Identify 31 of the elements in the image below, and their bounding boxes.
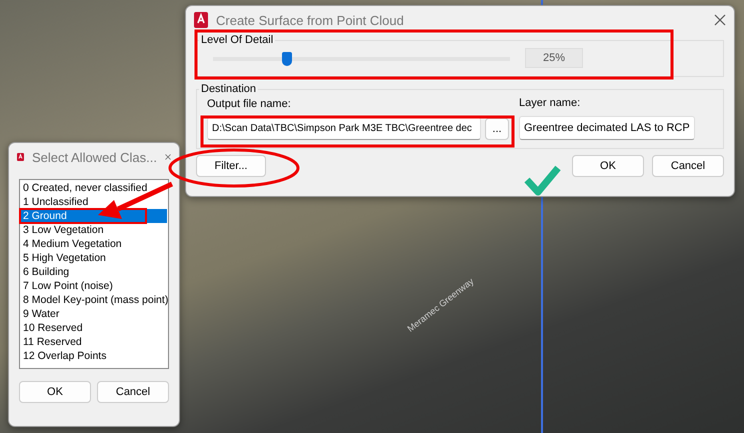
list-item[interactable]: 5 High Vegetation [21, 251, 167, 265]
slider-thumb[interactable] [282, 52, 292, 66]
cancel-button[interactable]: Cancel [97, 381, 169, 403]
window-title: Create Surface from Point Cloud [216, 12, 405, 28]
ok-button[interactable]: OK [19, 381, 91, 403]
layer-name-field[interactable]: Greentree decimated LAS to RCP [519, 116, 695, 140]
list-item[interactable]: 7 Low Point (noise) [21, 279, 167, 293]
list-item[interactable]: 12 Overlap Points [21, 349, 167, 363]
ok-button[interactable]: OK [572, 155, 644, 177]
field-label: Output file name: [207, 98, 291, 110]
list-item[interactable]: 8 Model Key-point (mass point) [21, 293, 167, 307]
output-file-field[interactable]: D:\Scan Data\TBC\Simpson Park M3E TBC\Greentree dec [207, 117, 481, 140]
field-label: Layer name: [519, 97, 580, 109]
list-item[interactable]: 11 Reserved [21, 335, 167, 349]
window-title: Select Allowed Clas... [32, 150, 157, 164]
list-item[interactable]: 10 Reserved [21, 321, 167, 335]
app-logo-icon [194, 12, 208, 28]
list-item[interactable]: 6 Building [21, 265, 167, 279]
list-item[interactable]: 9 Water [21, 307, 167, 321]
list-item[interactable]: 1 Unclassified [21, 195, 167, 209]
close-icon[interactable] [714, 14, 726, 26]
browse-button[interactable]: ... [485, 118, 509, 140]
list-item[interactable]: 4 Medium Vegetation [21, 237, 167, 251]
list-item[interactable]: 0 Created, never classified [21, 181, 167, 195]
group-label: Destination [200, 83, 258, 95]
filter-button[interactable]: Filter... [196, 155, 266, 177]
group-label: Level Of Detail [200, 34, 274, 46]
cancel-button[interactable]: Cancel [652, 155, 724, 177]
check-mark-icon [524, 166, 561, 196]
list-item[interactable]: 3 Low Vegetation [21, 223, 167, 237]
slider-reading: 25% [525, 48, 583, 68]
